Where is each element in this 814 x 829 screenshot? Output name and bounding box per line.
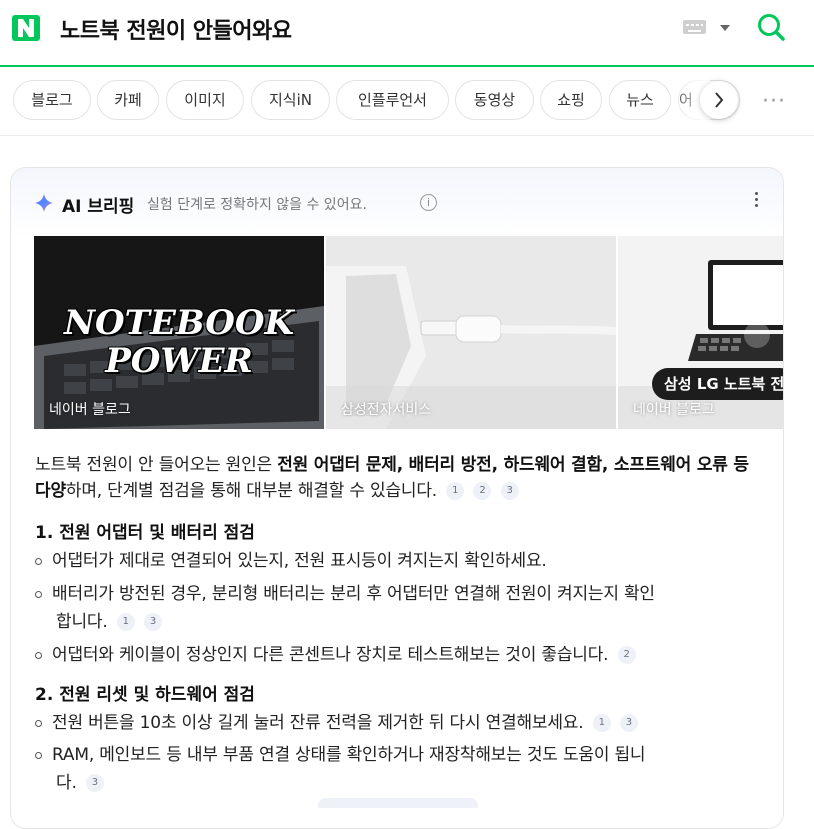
image-card-1[interactable]: NOTEBOOK POWER 네이버 블로그 [34,236,324,429]
carousel-next-icon[interactable] [744,322,770,348]
more-options-icon[interactable] [755,192,759,210]
citation-badge[interactable]: 1 [116,613,135,631]
naver-logo[interactable] [12,15,40,41]
more-icon[interactable]: ··· [762,91,786,113]
keyboard-icon[interactable] [683,20,706,34]
image-carousel: NOTEBOOK POWER 네이버 블로그 삼성전자서비스 삼성 LG 노트북… [34,236,783,429]
image-source-label: 네이버 블로그 [633,402,715,418]
search-icon [758,14,785,41]
search-button[interactable] [756,12,786,44]
citation-badge[interactable]: 3 [619,714,638,732]
chevron-right-icon [715,92,724,108]
tab-cafe[interactable]: 카페 [97,80,159,120]
info-icon[interactable]: i [420,194,437,211]
tab-kin[interactable]: 지식iN [251,80,330,120]
image-caption-badge: 삼성 LG 노트북 전 [652,368,783,400]
image-card-2[interactable]: 삼성전자서비스 [326,236,616,429]
bullet-icon [35,557,42,565]
search-query-text[interactable]: 노트북 전원이 안들어와요 [60,13,292,45]
list-item: 배터리가 방전된 경우, 분리형 배터리는 분리 후 어댑터만 연결해 전원이 … [35,579,655,609]
section-heading: 1. 전원 어댑터 및 배터리 점검 [35,523,255,543]
citation-badge[interactable]: 3 [500,482,519,500]
tab-news[interactable]: 뉴스 [609,80,671,120]
tabs-next-button[interactable] [700,81,738,119]
citation-badge[interactable]: 1 [592,714,611,732]
image-card-3[interactable]: 삼성 LG 노트북 전 네이버 블로그 [618,236,783,429]
list-item: 어댑터와 케이블이 정상인지 다른 콘센트나 장치로 테스트해보는 것이 좋습니… [35,640,636,670]
citation-badge[interactable]: 3 [85,774,104,792]
list-item-continued: 다. 3 [35,768,104,798]
image-overlay-title: NOTEBOOK POWER [63,303,295,381]
tab-video[interactable]: 동영상 [455,80,534,120]
chevron-down-icon[interactable] [720,25,730,31]
citation-badge[interactable]: 1 [446,482,465,500]
tab-shopping[interactable]: 쇼핑 [540,80,602,120]
image-source-label: 네이버 블로그 [49,402,131,418]
tab-blog[interactable]: 블로그 [13,80,91,120]
ai-briefing-disclaimer: 실험 단계로 정확하지 않을 수 있어요. [147,197,367,213]
list-item: RAM, 메인보드 등 내부 부품 연결 상태를 확인하거나 재장착해보는 것도… [35,740,646,770]
citation-badge[interactable]: 3 [143,613,162,631]
section-heading: 2. 전원 리셋 및 하드웨어 점검 [35,685,255,705]
bullet-icon [35,719,42,727]
search-tabs: 블로그 카페 이미지 지식iN 인플루언서 동영상 쇼핑 뉴스 어 ··· [0,67,814,136]
ai-sparkle-icon [35,194,53,212]
list-item-continued: 합니다. 1 3 [35,607,162,637]
image-source-label: 삼성전자서비스 [341,402,432,418]
citation-badge[interactable]: 2 [473,482,492,500]
ai-answer-summary: 노트북 전원이 안 들어오는 원인은 전원 어댑터 문제, 배터리 방전, 하드… [35,455,749,501]
ai-briefing-title: AI 브리핑 [62,197,135,217]
bullet-icon [35,590,42,598]
citation-badge[interactable]: 2 [617,646,636,664]
bullet-icon [35,751,42,759]
tab-influencer[interactable]: 인플루언서 [336,80,449,120]
bullet-icon [35,651,42,659]
naver-n-icon [18,19,34,37]
list-item: 전원 버튼을 10초 이상 길게 눌러 잔류 전력을 제거한 뒤 다시 연결해보… [35,708,638,738]
search-header: 노트북 전원이 안들어와요 [0,0,814,65]
tab-image[interactable]: 이미지 [166,80,244,120]
expand-more-button[interactable] [318,798,478,808]
list-item: 어댑터가 제대로 연결되어 있는지, 전원 표시등이 켜지는지 확인하세요. [35,546,547,576]
